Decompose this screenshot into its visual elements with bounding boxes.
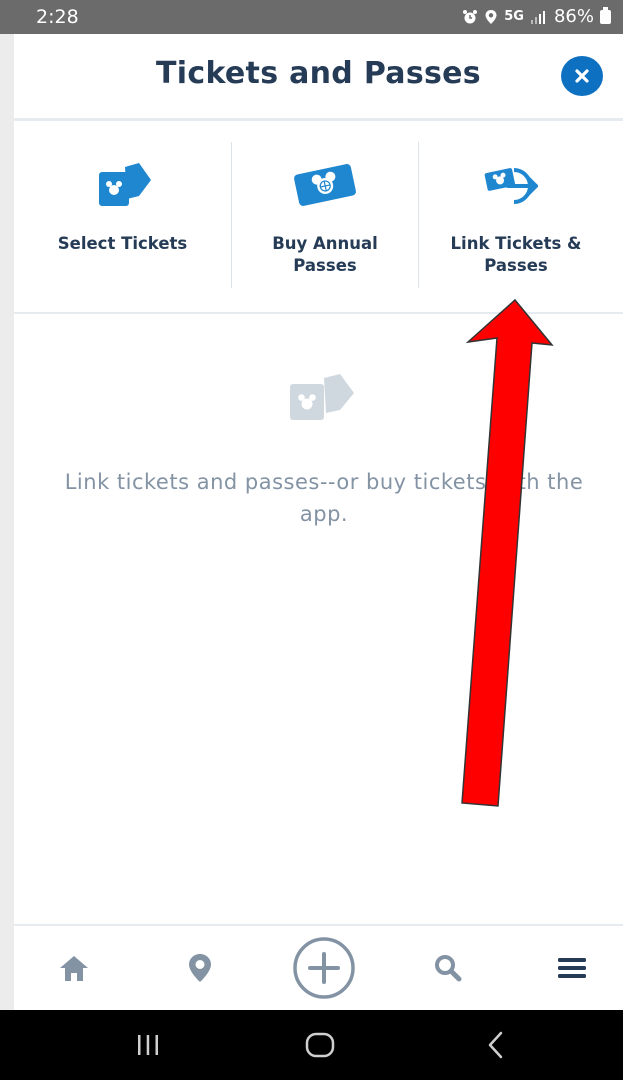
home-button-icon (305, 1032, 335, 1058)
nav-home[interactable] (44, 926, 104, 1010)
home-button[interactable] (292, 1024, 348, 1066)
nav-menu[interactable] (542, 926, 602, 1010)
nav-add[interactable] (290, 926, 358, 1010)
nav-search[interactable] (418, 926, 478, 1010)
add-icon (293, 937, 355, 999)
map-pin-icon (189, 954, 211, 982)
recent-apps-icon (138, 1035, 158, 1055)
system-nav-bar (0, 1010, 623, 1080)
search-icon (435, 955, 462, 982)
nav-map[interactable] (170, 926, 230, 1010)
red-arrow-annotation (461, 298, 554, 807)
menu-icon (558, 958, 586, 978)
home-icon (60, 956, 88, 981)
recent-apps-button[interactable] (120, 1024, 176, 1066)
back-button[interactable] (468, 1024, 524, 1066)
bottom-nav (14, 926, 623, 1010)
back-icon (488, 1031, 503, 1059)
